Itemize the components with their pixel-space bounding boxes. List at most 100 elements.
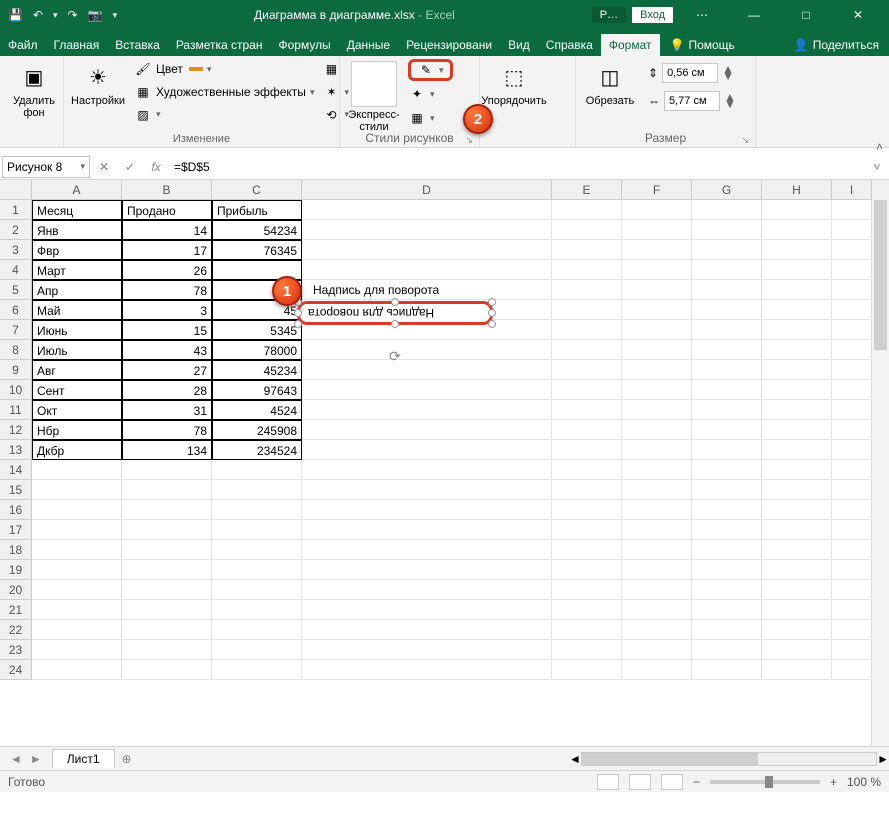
cell[interactable]: 78 xyxy=(122,280,212,300)
scroll-left-icon[interactable]: ◄ xyxy=(569,752,581,766)
transparency-button[interactable]: ▨▾ xyxy=(134,104,314,125)
tab-file[interactable]: Файл xyxy=(0,34,46,56)
cell[interactable]: Продано xyxy=(122,200,212,220)
height-input[interactable] xyxy=(662,63,718,83)
tab-insert[interactable]: Вставка xyxy=(107,34,168,56)
cell[interactable] xyxy=(762,440,832,460)
cell[interactable] xyxy=(762,340,832,360)
row-header[interactable]: 17 xyxy=(0,520,32,540)
cell[interactable] xyxy=(32,520,122,540)
cell[interactable] xyxy=(762,640,832,660)
cell[interactable]: 5345 xyxy=(212,320,302,340)
close-icon[interactable]: ✕ xyxy=(835,0,881,30)
cell[interactable] xyxy=(302,200,552,220)
col-header[interactable]: G xyxy=(692,180,762,200)
cell[interactable] xyxy=(552,440,622,460)
row-header[interactable]: 13 xyxy=(0,440,32,460)
row-header[interactable]: 2 xyxy=(0,220,32,240)
cell[interactable] xyxy=(212,600,302,620)
cell[interactable] xyxy=(552,240,622,260)
cell[interactable] xyxy=(552,480,622,500)
cell[interactable] xyxy=(622,420,692,440)
cell[interactable] xyxy=(212,480,302,500)
cell[interactable] xyxy=(762,520,832,540)
collapse-ribbon-icon[interactable]: ˄ xyxy=(876,140,883,154)
cell[interactable] xyxy=(212,520,302,540)
cell[interactable] xyxy=(212,460,302,480)
resize-handle[interactable] xyxy=(391,298,399,306)
cell[interactable] xyxy=(622,500,692,520)
cell[interactable] xyxy=(32,540,122,560)
cell[interactable] xyxy=(832,240,872,260)
row-header[interactable]: 9 xyxy=(0,360,32,380)
cell[interactable] xyxy=(692,260,762,280)
cell[interactable] xyxy=(622,640,692,660)
resize-handle[interactable] xyxy=(294,309,302,317)
cell[interactable]: Июль xyxy=(32,340,122,360)
scroll-thumb[interactable] xyxy=(582,753,759,765)
undo-dropdown[interactable]: ▾ xyxy=(53,10,58,21)
cell[interactable]: 4524 xyxy=(212,400,302,420)
cell[interactable] xyxy=(762,540,832,560)
resize-handle[interactable] xyxy=(488,309,496,317)
col-header[interactable]: E xyxy=(552,180,622,200)
row-header[interactable]: 21 xyxy=(0,600,32,620)
cell[interactable] xyxy=(762,460,832,480)
cell[interactable] xyxy=(32,560,122,580)
cell[interactable] xyxy=(552,200,622,220)
cell[interactable] xyxy=(552,220,622,240)
cell[interactable] xyxy=(832,260,872,280)
cell[interactable] xyxy=(832,360,872,380)
color-button[interactable]: 🖌Цвет▾ xyxy=(134,59,314,80)
row-header[interactable]: 15 xyxy=(0,480,32,500)
cell[interactable] xyxy=(622,560,692,580)
tab-formulas[interactable]: Формулы xyxy=(270,34,338,56)
fx-icon[interactable]: fx xyxy=(144,156,168,178)
picture-layout-button[interactable]: ▦▾ xyxy=(408,107,453,129)
cell[interactable] xyxy=(302,580,552,600)
cell[interactable] xyxy=(692,560,762,580)
zoom-level[interactable]: 100 % xyxy=(847,775,881,789)
cell[interactable] xyxy=(692,460,762,480)
spin-down-icon[interactable]: ▼ xyxy=(724,101,736,108)
chevron-down-icon[interactable]: ▾ xyxy=(439,65,444,76)
cell[interactable] xyxy=(32,620,122,640)
cell[interactable] xyxy=(32,480,122,500)
cell[interactable] xyxy=(832,200,872,220)
cell[interactable]: Окт xyxy=(32,400,122,420)
cell[interactable]: 15 xyxy=(122,320,212,340)
cell[interactable] xyxy=(552,420,622,440)
cell[interactable]: Авг xyxy=(32,360,122,380)
quick-styles-button[interactable]: Экспресс- стили xyxy=(346,59,402,135)
cell[interactable] xyxy=(832,320,872,340)
resize-handle[interactable] xyxy=(488,320,496,328)
horizontal-scrollbar[interactable]: ◄ ► xyxy=(569,751,889,767)
cell[interactable] xyxy=(692,660,762,680)
cell[interactable] xyxy=(552,640,622,660)
undo-icon[interactable]: ↶ xyxy=(33,8,43,22)
cell[interactable] xyxy=(552,580,622,600)
cell[interactable] xyxy=(622,440,692,460)
cell[interactable]: Янв xyxy=(32,220,122,240)
cell[interactable] xyxy=(692,580,762,600)
tab-view[interactable]: Вид xyxy=(500,34,538,56)
cell[interactable] xyxy=(302,240,552,260)
rotate-handle-icon[interactable]: ⟳ xyxy=(389,348,401,365)
cell[interactable]: 78 xyxy=(122,420,212,440)
cell[interactable] xyxy=(122,600,212,620)
cell[interactable]: Май xyxy=(32,300,122,320)
resize-handle[interactable] xyxy=(391,320,399,328)
cell[interactable] xyxy=(122,580,212,600)
cell[interactable] xyxy=(622,580,692,600)
cell[interactable] xyxy=(762,560,832,580)
cell[interactable] xyxy=(302,660,552,680)
cell[interactable] xyxy=(832,580,872,600)
cell[interactable] xyxy=(832,400,872,420)
cell[interactable] xyxy=(762,320,832,340)
cell[interactable] xyxy=(302,340,552,360)
cell[interactable] xyxy=(762,240,832,260)
add-sheet-icon[interactable]: ⊕ xyxy=(115,752,139,766)
chevron-down-icon[interactable]: ▾ xyxy=(207,64,212,75)
page-layout-view-icon[interactable] xyxy=(629,774,651,790)
cell[interactable] xyxy=(552,540,622,560)
